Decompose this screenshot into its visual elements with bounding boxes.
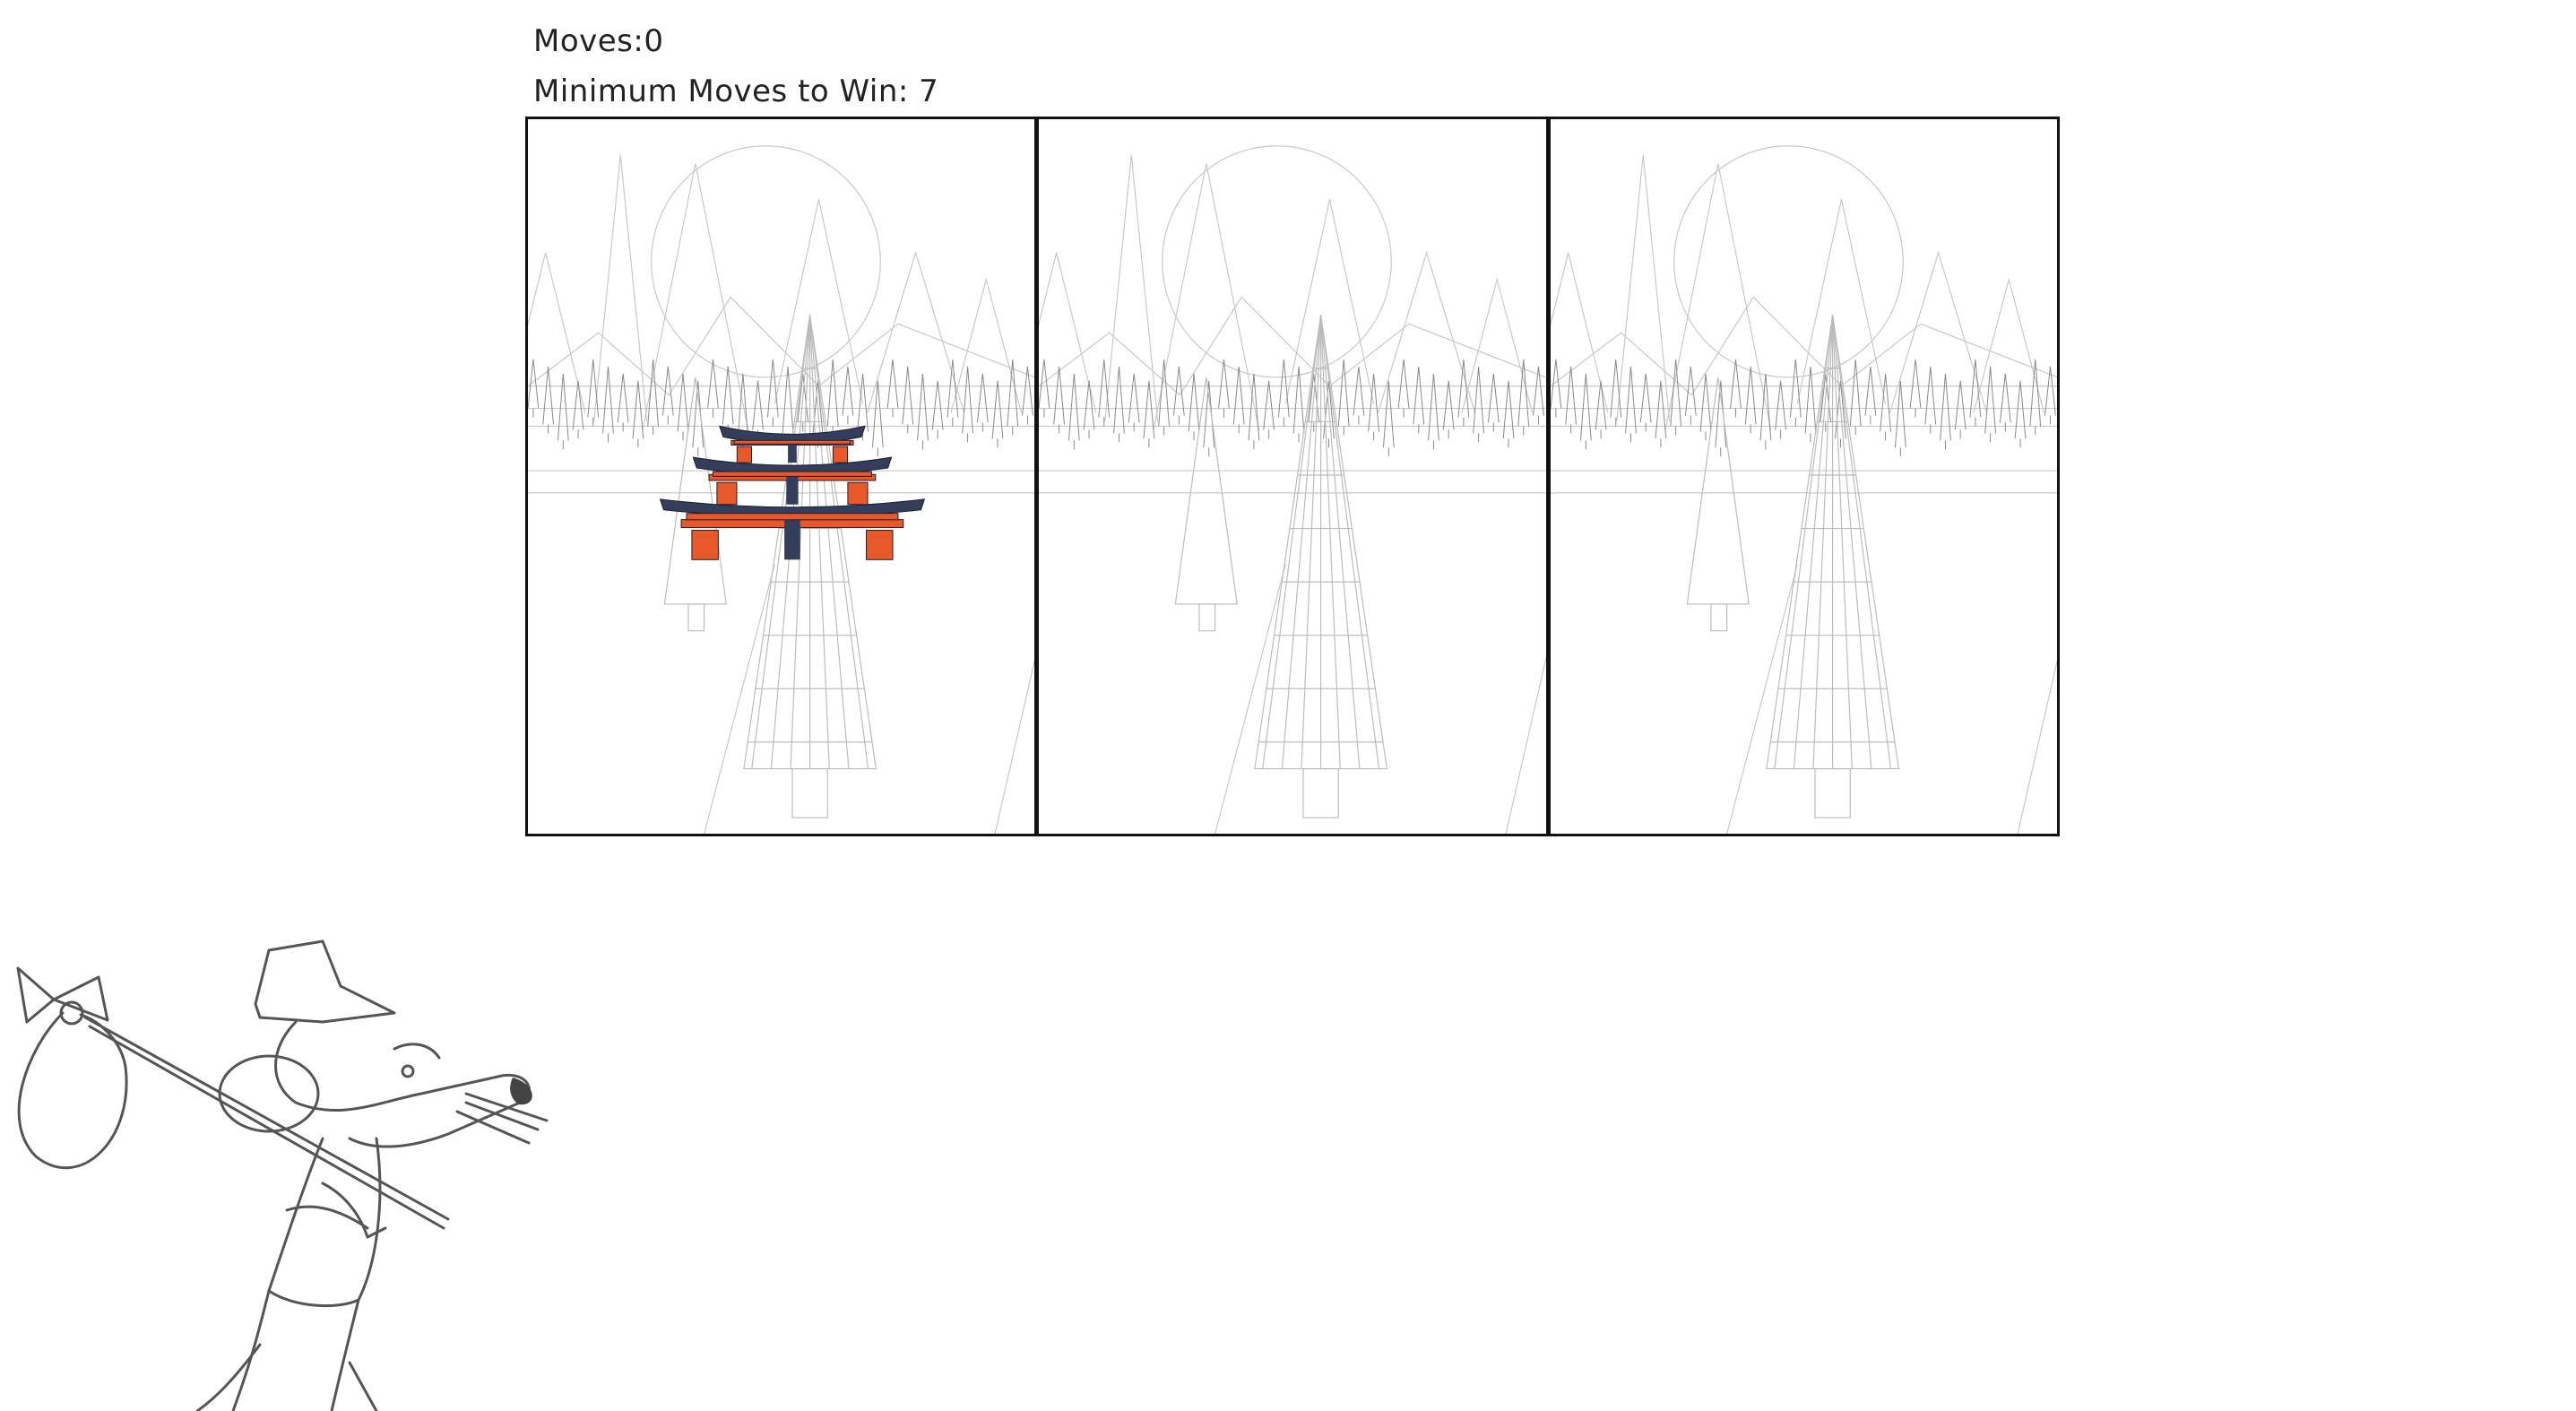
hud: Moves:0 Minimum Moves to Win: 7	[533, 16, 938, 117]
wireframe-forest-icon	[1039, 145, 1546, 834]
tower-middle[interactable]	[1037, 117, 1549, 836]
moves-counter: Moves:0	[533, 16, 938, 66]
game-stage: Moves:0 Minimum Moves to Win: 7	[0, 0, 2576, 1411]
tower-left[interactable]	[525, 117, 1038, 836]
game-board	[525, 117, 2060, 836]
moves-label: Moves:	[533, 23, 644, 59]
traveling-mouse-icon	[16, 939, 549, 1411]
wireframe-forest-icon	[1550, 145, 2057, 834]
min-moves-text: Minimum Moves to Win: 7	[533, 74, 939, 109]
tower-right[interactable]	[1548, 117, 2060, 836]
moves-value: 0	[644, 23, 664, 59]
